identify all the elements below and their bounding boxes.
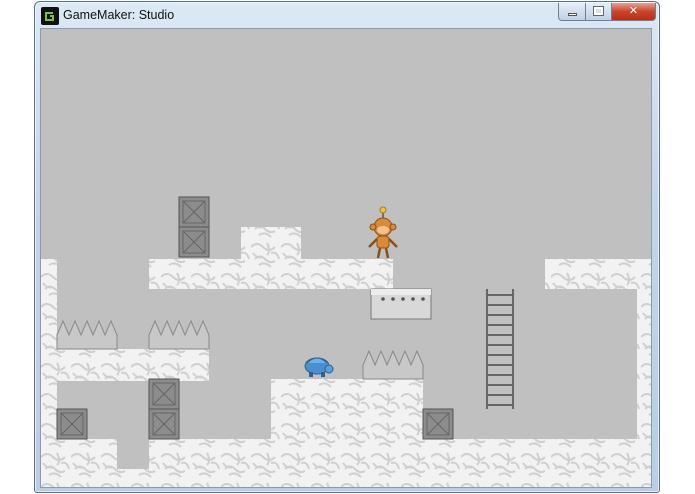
gamemaker-logo-icon xyxy=(41,7,59,25)
terrain-left-ledge xyxy=(57,349,209,381)
terrain-upper-platform xyxy=(149,259,393,289)
minimize-button[interactable] xyxy=(558,3,586,21)
spikes-icon xyxy=(148,319,210,350)
maximize-button[interactable] xyxy=(586,3,612,21)
terrain xyxy=(41,227,651,487)
terrain-left-wall xyxy=(41,259,57,487)
title-bar[interactable]: GameMaker: Studio ✕ xyxy=(35,2,659,30)
ladder-icon xyxy=(486,289,514,409)
close-icon: ✕ xyxy=(628,5,639,17)
terrain-right-upper xyxy=(545,259,651,289)
crate-icon xyxy=(178,196,210,228)
close-button[interactable]: ✕ xyxy=(612,3,656,21)
crate-icon xyxy=(178,226,210,258)
crate-icon xyxy=(148,408,180,440)
crate-icon xyxy=(56,408,88,440)
terrain-center-block xyxy=(271,379,423,439)
crate-icon xyxy=(422,408,454,440)
terrain-floor-gap xyxy=(117,469,149,487)
window-title: GameMaker: Studio xyxy=(63,8,175,22)
spikes-icon xyxy=(56,319,118,350)
moving-platform-icon xyxy=(370,288,432,320)
game-scene xyxy=(41,196,651,487)
terrain-floor-left xyxy=(57,439,117,487)
robot-monkey-player-icon xyxy=(368,206,398,259)
maximize-icon xyxy=(586,3,611,20)
game-viewport[interactable] xyxy=(40,28,652,488)
minimize-icon xyxy=(559,3,585,20)
blue-turtle-enemy-icon xyxy=(304,357,334,377)
spikes-icon xyxy=(362,349,424,380)
crate-icon xyxy=(148,378,180,410)
terrain-floor-right xyxy=(149,439,651,487)
terrain-upper-bump xyxy=(241,227,301,259)
